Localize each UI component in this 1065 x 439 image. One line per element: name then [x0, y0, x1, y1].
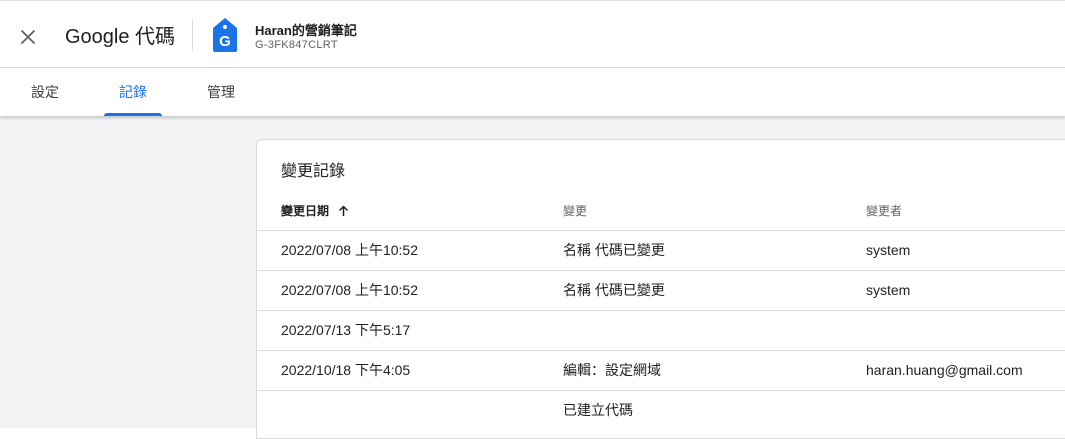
tag-icon-letter: G: [219, 33, 231, 50]
cell-date: 2022/07/13 下午5:17: [281, 322, 411, 338]
card-title: 變更記錄: [281, 163, 346, 180]
tab-history[interactable]: 記錄: [104, 68, 162, 116]
container-id: G-3FK847CLRT: [255, 39, 338, 51]
cell-change: 名稱 代碼已變更: [563, 282, 665, 298]
tab-settings[interactable]: 設定: [18, 68, 72, 116]
table-row: 2022/07/08 上午10:52 名稱 代碼已變更 system: [257, 230, 1065, 270]
cell-user: system: [866, 282, 911, 298]
column-header-user: 變更者: [866, 204, 903, 218]
tab-admin[interactable]: 管理: [193, 68, 249, 116]
cell-date: 2022/10/18 下午4:05: [281, 362, 411, 378]
cell-user: system: [866, 242, 911, 258]
column-header-date[interactable]: 變更日期: [281, 202, 349, 219]
app-title: Google 代碼: [65, 26, 176, 48]
column-header-date-label: 變更日期: [281, 204, 330, 218]
close-icon: [21, 30, 35, 44]
arrow-up-icon: [339, 205, 349, 216]
table-row: 2022/07/08 上午10:52 名稱 代碼已變更 system: [257, 270, 1065, 310]
cell-user: haran.huang@gmail.com: [866, 362, 1023, 378]
container-name: Haran的營銷筆記: [255, 23, 357, 38]
table-row: 2022/10/18 下午4:05 編輯：設定網域 haran.huang@gm…: [257, 350, 1065, 390]
change-history-card: 變更記錄 變更日期 變更 變更者 2022/07/08 上午10:52 名稱 代…: [256, 139, 1065, 439]
title-divider: [192, 19, 193, 51]
cell-date: 2022/07/08 上午10:52: [281, 282, 418, 298]
cell-date: 2022/07/08 上午10:52: [281, 242, 418, 258]
cell-change: 名稱 代碼已變更: [563, 242, 665, 258]
table-row: 已建立代碼: [257, 390, 1065, 430]
table-row: 2022/07/13 下午5:17: [257, 310, 1065, 350]
google-tag-icon: G: [213, 18, 237, 52]
close-button[interactable]: [14, 23, 42, 51]
content-area: 變更記錄 變更日期 變更 變更者 2022/07/08 上午10:52 名稱 代…: [0, 116, 1065, 439]
column-header-change: 變更: [563, 204, 588, 218]
cell-change: 已建立代碼: [563, 402, 633, 418]
top-bar: Google 代碼 G Haran的營銷筆記 G-3FK847CLRT: [0, 0, 1065, 68]
cell-change: 編輯：設定網域: [563, 362, 661, 378]
tab-bar: 設定 記錄 管理: [0, 68, 1065, 116]
